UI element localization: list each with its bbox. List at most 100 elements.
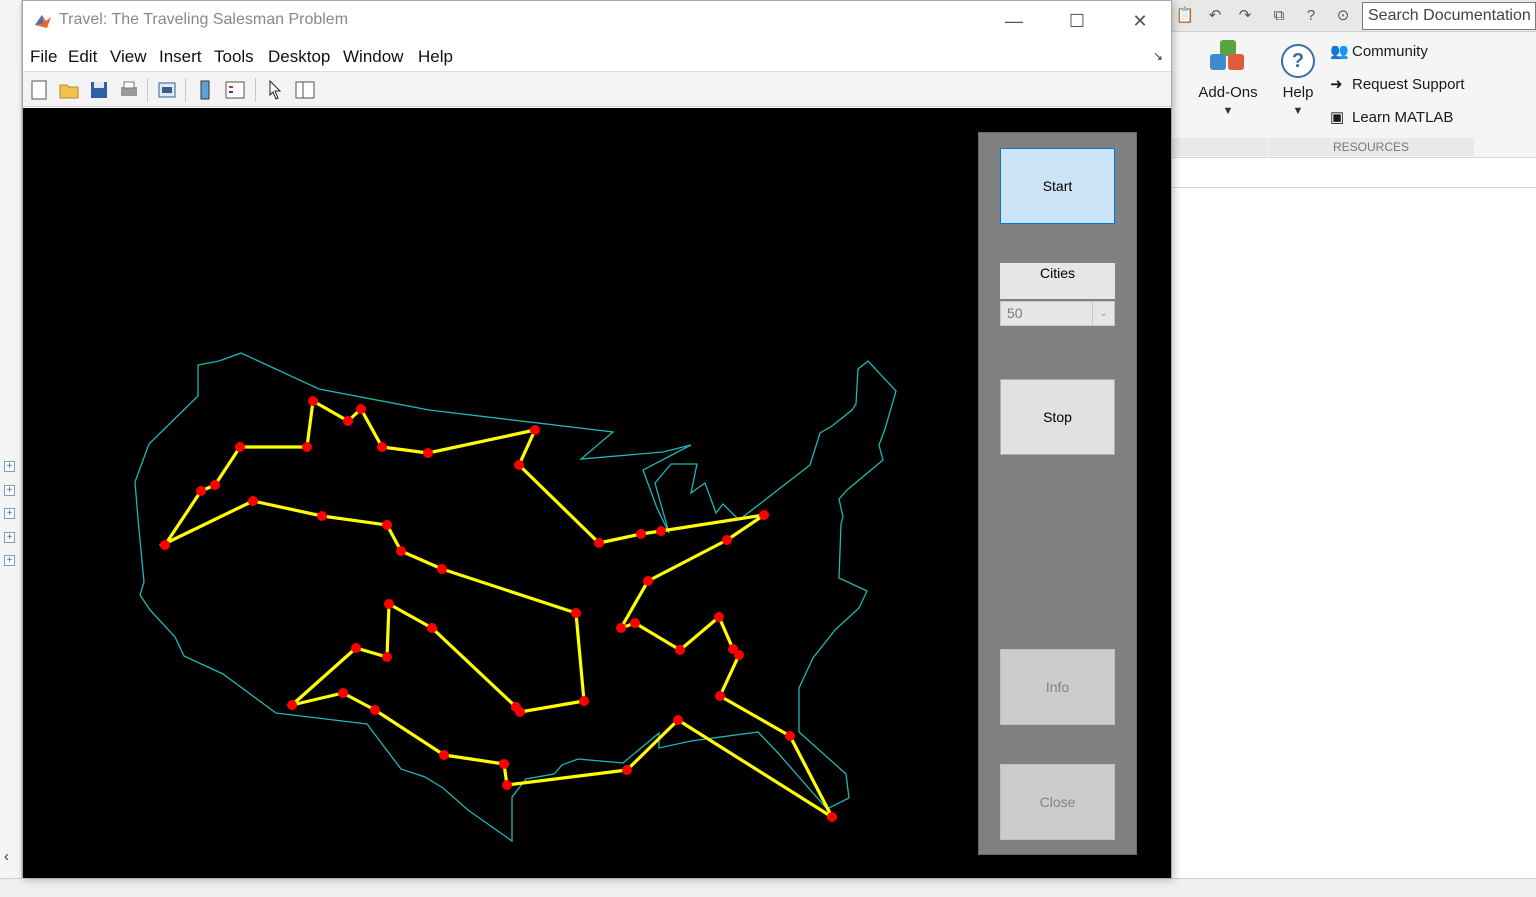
menu-tools[interactable]: Tools: [214, 47, 254, 67]
city-marker: [338, 688, 348, 698]
switch-windows-icon[interactable]: ⧉: [1268, 6, 1290, 26]
resources-section: 👥 Community ➜ Request Support ▣ Learn MATLA…: [1268, 36, 1474, 154]
add-ons-button[interactable]: Add-Ons ▼: [1198, 36, 1258, 117]
expand-icon[interactable]: +: [4, 461, 15, 472]
city-marker: [370, 705, 380, 715]
scroll-left-icon[interactable]: ‹: [4, 848, 9, 865]
options-icon[interactable]: ⊙: [1332, 6, 1354, 26]
status-bar: [0, 878, 1536, 897]
city-marker: [317, 511, 327, 521]
city-marker: [502, 780, 512, 790]
menu-insert[interactable]: Insert: [159, 47, 202, 67]
city-marker: [715, 691, 725, 701]
search-documentation-input[interactable]: Search Documentation: [1362, 2, 1536, 30]
quick-access-toolbar: 📋 ↶ ↷ ⧉ ? ⊙ Search Documentation: [1170, 0, 1536, 32]
city-marker: [196, 486, 206, 496]
address-bar[interactable]: [1170, 160, 1536, 188]
matlab-logo-icon: [35, 15, 51, 28]
city-marker: [827, 812, 837, 822]
city-marker: [302, 442, 312, 452]
save-icon[interactable]: [87, 78, 111, 102]
control-panel: Start Cities 50 ⌄ Stop Info Close: [978, 132, 1137, 855]
city-marker: [594, 538, 604, 548]
pointer-icon[interactable]: [263, 78, 287, 102]
city-marker: [675, 645, 685, 655]
legend-icon[interactable]: [223, 78, 247, 102]
menu-edit[interactable]: Edit: [68, 47, 97, 67]
community-link[interactable]: 👥 Community: [1330, 42, 1428, 60]
city-marker: [636, 529, 646, 539]
dock-arrow-icon[interactable]: ↘: [1153, 49, 1163, 63]
expand-icon[interactable]: +: [4, 485, 15, 496]
city-marker: [210, 480, 220, 490]
learn-matlab-link[interactable]: ▣ Learn MATLAB: [1330, 108, 1453, 126]
info-button[interactable]: Info: [1000, 649, 1115, 725]
maximize-button[interactable]: ☐: [1054, 7, 1100, 35]
print-preview-icon[interactable]: [155, 78, 179, 102]
close-button[interactable]: Close: [1000, 764, 1115, 840]
city-marker: [643, 576, 653, 586]
city-marker: [630, 618, 640, 628]
city-markers: [160, 396, 837, 822]
left-panel-strip: + + + + + ‹: [0, 0, 22, 897]
toolbar-separator: [185, 78, 186, 102]
city-marker: [656, 526, 666, 536]
new-figure-icon[interactable]: [27, 78, 51, 102]
city-marker: [384, 599, 394, 609]
menu-window[interactable]: Window: [343, 47, 403, 67]
open-file-icon[interactable]: [57, 78, 81, 102]
expand-icon[interactable]: +: [4, 508, 15, 519]
us-border-outline: [134, 352, 897, 843]
figure-toolbar: [23, 71, 1171, 107]
chevron-down-icon[interactable]: ⌄: [1092, 302, 1114, 325]
city-marker: [308, 396, 318, 406]
property-inspector-icon[interactable]: [293, 78, 317, 102]
city-marker: [722, 535, 732, 545]
toolbar-separator: [255, 78, 256, 102]
city-marker: [514, 460, 524, 470]
minimize-button[interactable]: —: [991, 7, 1037, 35]
city-marker: [785, 731, 795, 741]
stop-button[interactable]: Stop: [1000, 379, 1115, 455]
chevron-down-icon: ▼: [1222, 105, 1234, 117]
city-marker: [343, 416, 353, 426]
colorbar-icon[interactable]: [193, 78, 217, 102]
community-icon: 👥: [1330, 43, 1349, 60]
city-marker: [427, 623, 437, 633]
city-marker: [248, 496, 258, 506]
city-marker: [579, 696, 589, 706]
menu-help[interactable]: Help: [418, 47, 453, 67]
city-marker: [437, 564, 447, 574]
city-marker: [622, 765, 632, 775]
redo-icon[interactable]: ↷: [1234, 6, 1256, 26]
city-marker: [571, 608, 581, 618]
undo-icon[interactable]: ↶: [1204, 6, 1226, 26]
title-bar: Travel: The Traveling Salesman Problem —…: [23, 1, 1171, 41]
plot-area: Start Cities 50 ⌄ Stop Info Close: [23, 108, 1171, 878]
help-icon[interactable]: ?: [1300, 6, 1322, 26]
city-marker: [235, 442, 245, 452]
city-marker: [351, 643, 361, 653]
expand-icon[interactable]: +: [4, 555, 15, 566]
menu-file[interactable]: File: [30, 47, 57, 67]
toolbar-separator: [147, 78, 148, 102]
window-title: Travel: The Traveling Salesman Problem: [59, 11, 349, 28]
print-icon[interactable]: [117, 78, 141, 102]
menu-desktop[interactable]: Desktop: [268, 47, 330, 67]
cities-dropdown[interactable]: 50 ⌄: [1000, 301, 1115, 326]
menu-bar: File Edit View Insert Tools Desktop Wind…: [23, 43, 1171, 71]
close-window-button[interactable]: ✕: [1117, 7, 1163, 35]
start-button[interactable]: Start: [1000, 148, 1115, 224]
city-marker: [714, 612, 724, 622]
expand-icon[interactable]: +: [4, 532, 15, 543]
city-marker: [377, 442, 387, 452]
support-icon: ➜: [1330, 76, 1343, 93]
city-marker: [423, 448, 433, 458]
request-support-link[interactable]: ➜ Request Support: [1330, 75, 1465, 93]
clipboard-icon[interactable]: 📋: [1174, 6, 1196, 26]
salesman-route: [159, 399, 834, 819]
cities-label: Cities: [1000, 263, 1115, 299]
menu-view[interactable]: View: [110, 47, 147, 67]
city-marker: [439, 750, 449, 760]
city-marker: [673, 715, 683, 725]
